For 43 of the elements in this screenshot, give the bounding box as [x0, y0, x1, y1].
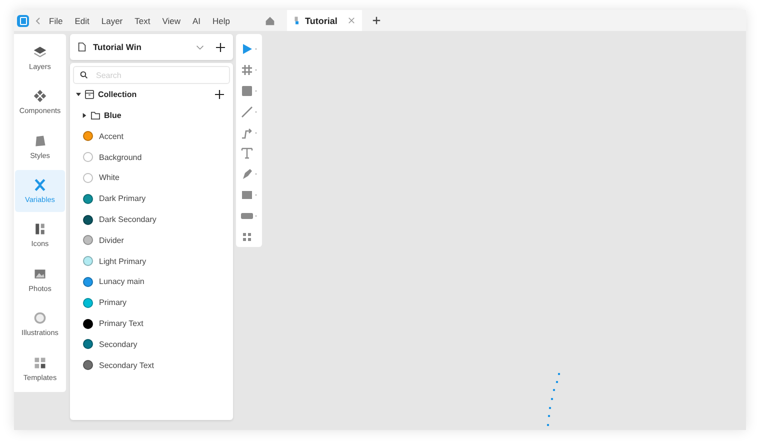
variable-name[interactable]: White	[99, 173, 120, 182]
layers-icon	[33, 44, 47, 59]
expand-arrow-icon[interactable]	[82, 113, 87, 118]
variable-name[interactable]: Secondary Text	[99, 360, 154, 370]
menu-item[interactable]: Help	[212, 16, 230, 26]
file-icon	[294, 16, 300, 25]
menu-item[interactable]: View	[162, 16, 180, 26]
collection-label[interactable]: Collection	[98, 90, 215, 99]
grid-icon	[33, 356, 47, 370]
chevron-down-icon[interactable]	[196, 44, 204, 50]
add-page-icon[interactable]	[216, 42, 225, 52]
x-icon	[33, 178, 47, 192]
app-logo-icon[interactable]	[17, 14, 29, 26]
close-icon[interactable]	[348, 17, 356, 24]
variable-name[interactable]: Secondary	[99, 340, 138, 349]
variable-name[interactable]: Background	[99, 152, 142, 162]
menu-item[interactable]: Text	[134, 16, 150, 26]
diamonds-icon	[33, 89, 47, 104]
expand-arrow-icon[interactable]	[76, 92, 81, 97]
variable-name[interactable]: Dark Secondary	[99, 215, 156, 224]
variable-name[interactable]: Primary Text	[99, 319, 144, 328]
variable-name[interactable]: Accent	[99, 132, 124, 141]
group-label[interactable]: Blue	[104, 111, 230, 120]
image-icon	[33, 266, 47, 281]
menu-item[interactable]: File	[49, 16, 63, 26]
collection-icon	[85, 90, 94, 99]
blocks-icon	[33, 222, 47, 236]
variable-name[interactable]: Light Primary	[99, 256, 146, 266]
menu-item[interactable]: Edit	[74, 16, 90, 26]
document-tab[interactable]: Tutorial	[287, 10, 362, 31]
add-variable-icon[interactable]	[215, 90, 224, 99]
variable-name[interactable]: Lunacy main	[99, 277, 144, 286]
document-title[interactable]: Tutorial Win	[93, 42, 196, 52]
variable-name[interactable]: Primary	[99, 298, 127, 308]
document-icon	[78, 42, 86, 52]
back-chevron-icon[interactable]	[35, 16, 41, 24]
home-icon[interactable]	[265, 16, 276, 26]
menu-item[interactable]: Layer	[101, 16, 123, 26]
variable-name[interactable]: Dark Primary	[99, 194, 146, 204]
new-tab-icon[interactable]	[372, 16, 382, 25]
variable-name[interactable]: Divider	[99, 236, 124, 245]
folder-icon	[91, 111, 100, 120]
menu-item[interactable]: AI	[192, 16, 201, 26]
